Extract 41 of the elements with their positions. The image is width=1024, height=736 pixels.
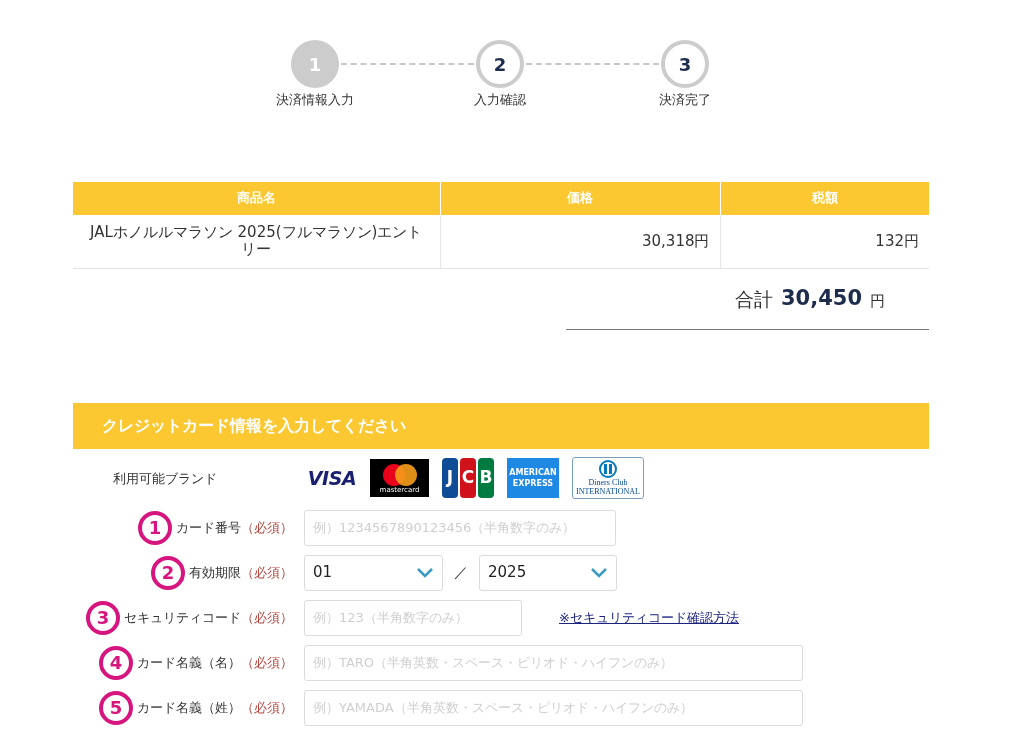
- annotation-marker: 5: [99, 690, 133, 725]
- field-label: カード名義（姓）: [137, 698, 241, 717]
- step-label: 決済完了: [659, 91, 711, 109]
- section-title: クレジットカード情報を入力してください: [102, 415, 406, 437]
- annotation-marker: 3: [86, 600, 120, 635]
- step-label: 決済情報入力: [276, 91, 354, 109]
- column-header: 価格: [440, 181, 720, 215]
- step-number: 3: [661, 40, 709, 88]
- jcb-logo: J C B: [442, 458, 494, 498]
- step-number: 2: [476, 40, 524, 88]
- field-label: カード番号: [176, 518, 241, 537]
- step-label: 入力確認: [474, 91, 526, 109]
- annotation-marker: 4: [99, 645, 133, 680]
- annotation-marker: 2: [151, 555, 185, 590]
- field-label: カード名義（名）: [137, 653, 241, 672]
- chevron-down-icon: [590, 566, 608, 579]
- diners-club-logo: Diners Club INTERNATIONAL: [572, 457, 644, 499]
- field-label: 有効期限: [189, 563, 241, 582]
- month-select[interactable]: 01: [304, 554, 443, 591]
- chevron-down-icon: [416, 566, 434, 579]
- visa-logo: VISA: [307, 465, 357, 491]
- column-header: 税額: [720, 181, 929, 215]
- annotation-marker: 1: [138, 510, 172, 545]
- required-label: （必須）: [241, 698, 293, 717]
- date-separator: ／: [453, 563, 469, 582]
- required-label: （必須）: [241, 608, 293, 627]
- table-cell: JALホノルルマラソン 2025(フルマラソン)エントリー: [73, 214, 440, 269]
- security-code-link[interactable]: ※セキュリティコード確認方法: [559, 607, 739, 628]
- required-label: （必須）: [241, 653, 293, 672]
- field-label: セキュリティコード: [124, 608, 241, 627]
- required-label: （必須）: [241, 518, 293, 537]
- table-cell: 30,318円: [440, 214, 720, 269]
- brands-label: 利用可能ブランド: [113, 471, 217, 486]
- year-select[interactable]: 2025: [479, 554, 617, 591]
- amex-logo: AMERICAN EXPRESS: [507, 458, 559, 498]
- total-label: 合計: [734, 286, 773, 312]
- table-cell: 132円: [720, 214, 929, 269]
- column-header: 商品名: [73, 181, 440, 215]
- total-amount: 30,450: [780, 285, 862, 313]
- required-label: （必須）: [241, 563, 293, 582]
- currency-unit: 円: [870, 290, 885, 312]
